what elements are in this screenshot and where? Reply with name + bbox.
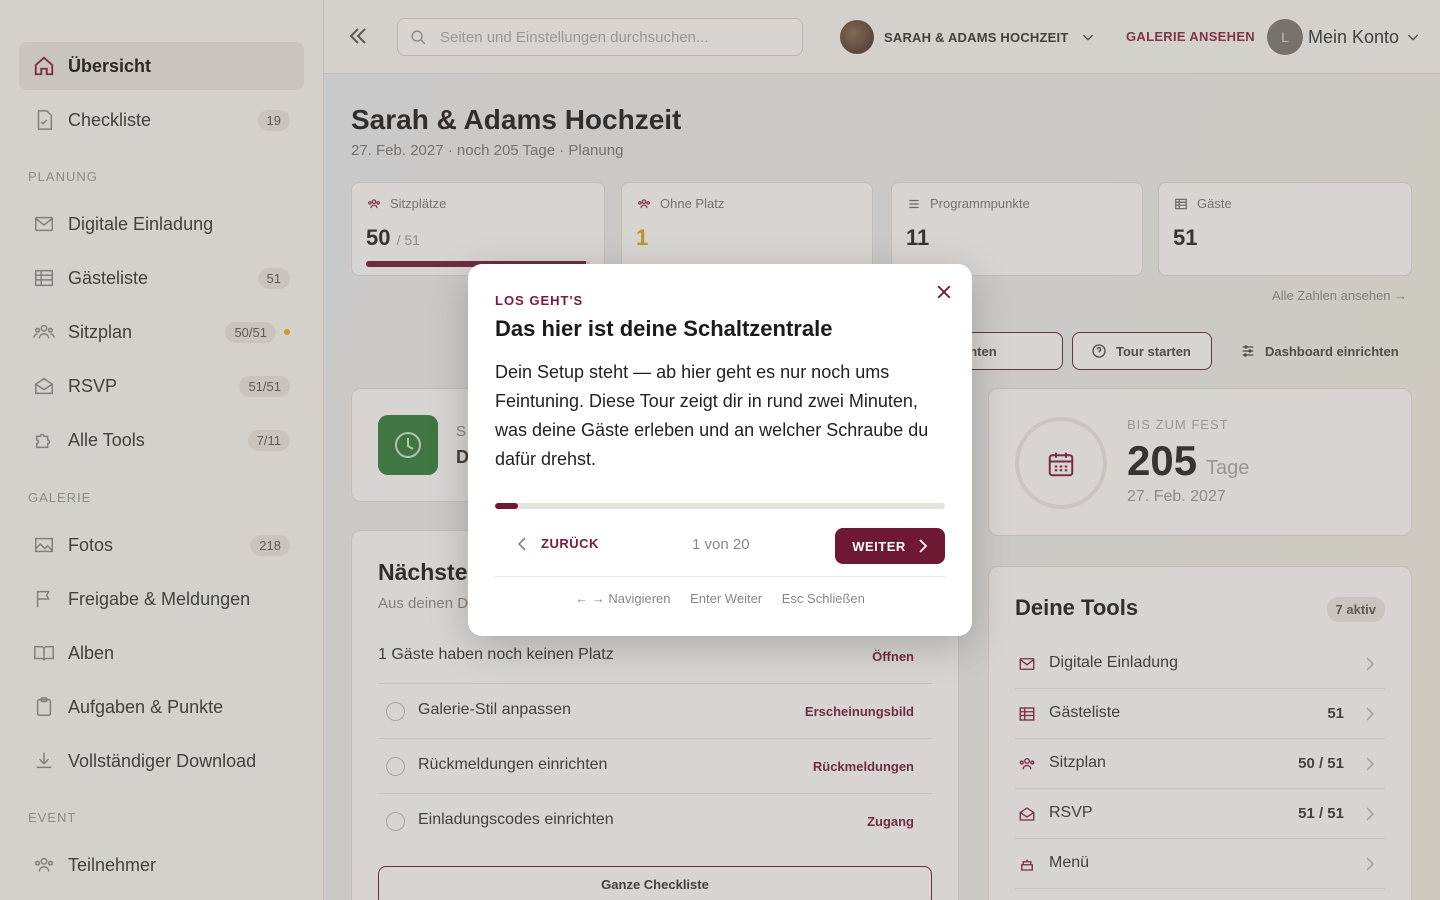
keyboard-hints: ← → Navigieren Enter Weiter Esc Schließe… <box>468 591 972 606</box>
dialog-title: Das hier ist deine Schaltzentrale <box>495 316 833 341</box>
tour-progress-bar <box>495 503 945 509</box>
dialog-eyebrow: LOS GEHT'S <box>495 293 584 308</box>
close-icon[interactable] <box>934 282 954 302</box>
dialog-body: Dein Setup steht — ab hier geht es nur n… <box>495 362 929 469</box>
hint-escape: Esc Schließen <box>781 591 865 606</box>
hint-enter: Enter Weiter <box>690 591 763 606</box>
hint-navigate: ← → Navigieren <box>575 591 671 606</box>
step-counter: 1 von 20 <box>692 536 750 553</box>
tour-dialog: LOS GEHT'S Das hier ist deine Schaltzent… <box>468 264 972 636</box>
back-button[interactable]: ZURÜCK <box>516 536 599 551</box>
divider <box>495 576 945 577</box>
chevron-right-icon <box>919 539 928 553</box>
next-button[interactable]: WEITER <box>835 528 945 564</box>
chevron-left-icon <box>517 536 526 551</box>
